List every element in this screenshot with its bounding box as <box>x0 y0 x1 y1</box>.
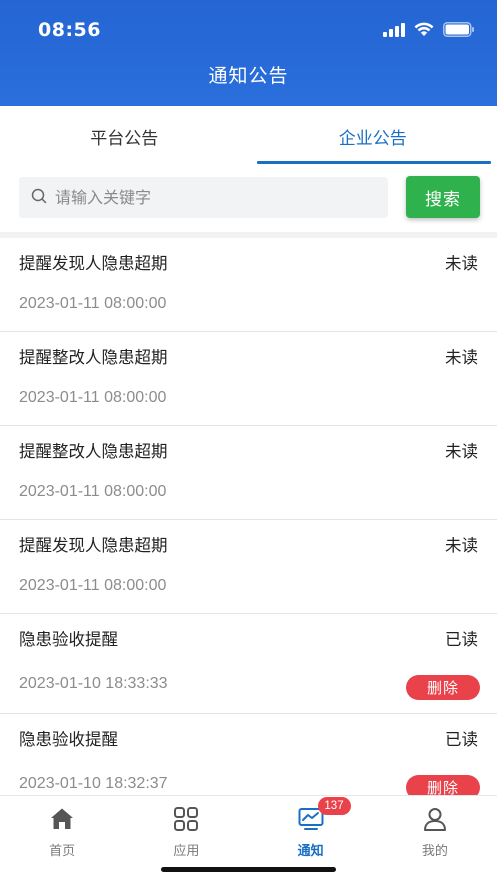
search-icon <box>31 188 47 208</box>
read-status: 未读 <box>445 348 478 367</box>
battery-icon <box>443 22 475 41</box>
wifi-icon <box>414 22 434 41</box>
home-icon <box>49 806 75 836</box>
announcement-tabs: 平台公告 企业公告 <box>0 106 497 166</box>
list-item[interactable]: 提醒发现人隐患超期 未读 2023-01-11 08:00:00 <box>0 520 497 614</box>
notice-list[interactable]: 提醒发现人隐患超期 未读 2023-01-11 08:00:00 提醒整改人隐患… <box>0 238 497 795</box>
notice-date: 2023-01-11 08:00:00 <box>19 577 167 594</box>
notice-title: 隐患验收提醒 <box>19 730 118 749</box>
notice-title: 提醒整改人隐患超期 <box>19 348 168 367</box>
notice-date: 2023-01-11 08:00:00 <box>19 389 167 406</box>
delete-button[interactable]: 删除 <box>406 675 480 700</box>
search-box[interactable] <box>19 177 388 218</box>
notice-title: 提醒整改人隐患超期 <box>19 442 168 461</box>
read-status: 未读 <box>445 254 478 273</box>
search-input[interactable] <box>55 188 355 207</box>
tab-label: 企业公告 <box>338 128 407 149</box>
read-status: 已读 <box>445 630 478 649</box>
list-item[interactable]: 提醒发现人隐患超期 未读 2023-01-11 08:00:00 <box>0 238 497 332</box>
tab-label: 平台公告 <box>90 128 159 149</box>
notice-title: 隐患验收提醒 <box>19 630 118 649</box>
read-status: 未读 <box>445 536 478 555</box>
app-header: 08:56 通知公告 <box>0 0 497 106</box>
notice-date: 2023-01-11 08:00:00 <box>19 295 167 312</box>
tab-enterprise-announcements[interactable]: 企业公告 <box>249 106 497 166</box>
notice-date: 2023-01-11 08:00:00 <box>19 483 167 500</box>
user-icon <box>422 806 448 836</box>
tabbar-label: 我的 <box>421 844 448 859</box>
list-item[interactable]: 提醒整改人隐患超期 未读 2023-01-11 08:00:00 <box>0 332 497 426</box>
notification-count-badge: 137 <box>317 797 351 815</box>
tab-platform-announcements[interactable]: 平台公告 <box>0 106 249 166</box>
status-icons <box>383 22 475 41</box>
cellular-signal-icon <box>383 22 405 41</box>
notice-date: 2023-01-10 18:33:33 <box>19 675 168 692</box>
tabbar-item-home[interactable]: 首页 <box>0 796 124 883</box>
list-item[interactable]: 隐患验收提醒 已读 2023-01-10 18:32:37 删除 <box>0 714 497 795</box>
tabbar-label: 首页 <box>49 844 76 859</box>
list-item[interactable]: 隐患验收提醒 已读 2023-01-10 18:33:33 删除 <box>0 614 497 714</box>
status-bar: 08:56 <box>0 0 497 60</box>
status-time: 08:56 <box>38 19 101 41</box>
grid-icon <box>173 806 199 836</box>
search-button[interactable]: 搜索 <box>406 176 480 218</box>
search-row: 搜索 <box>0 166 497 232</box>
tabbar-label: 通知 <box>297 844 324 859</box>
notice-title: 提醒发现人隐患超期 <box>19 536 168 555</box>
notice-title: 提醒发现人隐患超期 <box>19 254 168 273</box>
tabbar-item-profile[interactable]: 我的 <box>373 796 497 883</box>
home-indicator <box>161 867 336 872</box>
tabbar-label: 应用 <box>173 844 200 859</box>
page-title: 通知公告 <box>208 65 289 87</box>
delete-button[interactable]: 删除 <box>406 775 480 795</box>
read-status: 未读 <box>445 442 478 461</box>
notice-date: 2023-01-10 18:32:37 <box>19 775 168 792</box>
read-status: 已读 <box>445 730 478 749</box>
list-item[interactable]: 提醒整改人隐患超期 未读 2023-01-11 08:00:00 <box>0 426 497 520</box>
